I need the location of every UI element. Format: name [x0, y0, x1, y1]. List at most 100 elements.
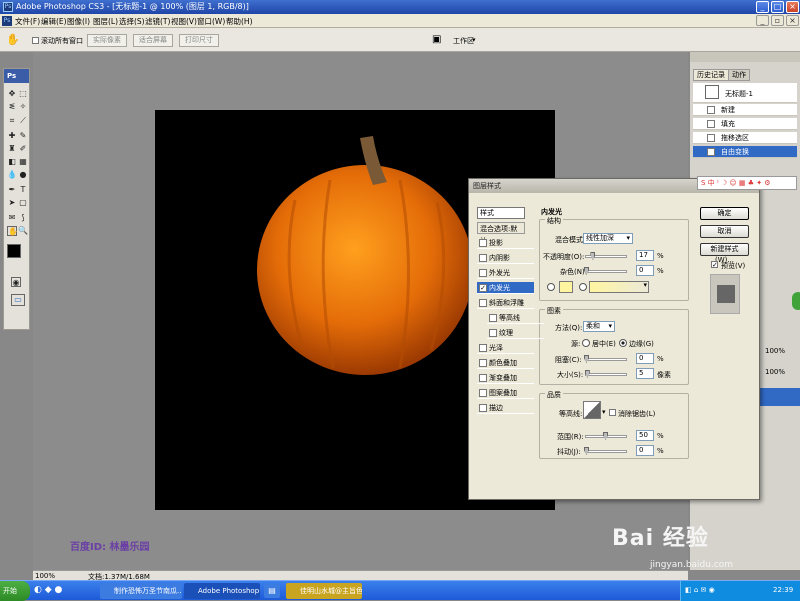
ime-toolbar[interactable]: S 中 ⁾ ☽ ☺ ▦ ♣ ✦ ⚙	[697, 176, 797, 190]
style-item[interactable]: 纹理	[487, 327, 544, 339]
start-button[interactable]: 开始	[0, 581, 30, 601]
menu-view[interactable]: 视图(V)	[171, 16, 197, 27]
range-input[interactable]: 50	[636, 430, 654, 441]
zoom-tool-icon[interactable]: 🔍	[18, 226, 28, 236]
blend-options[interactable]: 混合选项:默认	[477, 222, 525, 245]
selected-layer[interactable]	[760, 388, 800, 406]
style-item[interactable]: 渐变叠加	[477, 372, 534, 384]
screen-mode-icon[interactable]: ▭	[11, 294, 25, 306]
lasso-tool-icon[interactable]: ᓬ	[7, 102, 17, 112]
style-checkbox[interactable]	[479, 254, 487, 262]
edge-radio[interactable]	[619, 339, 627, 347]
menu-select[interactable]: 选择(S)	[119, 16, 145, 27]
print-size-button[interactable]: 打印尺寸	[179, 34, 219, 47]
menu-file[interactable]: 文件(F)	[15, 16, 40, 27]
notes-tool-icon[interactable]: ✉	[7, 213, 17, 223]
choke-input[interactable]: 0	[636, 353, 654, 364]
fit-screen-button[interactable]: 适合屏幕	[133, 34, 173, 47]
style-checkbox[interactable]	[479, 344, 487, 352]
eraser-tool-icon[interactable]: ◧	[7, 157, 17, 167]
style-checkbox[interactable]	[479, 299, 487, 307]
eyedropper-icon[interactable]: ⟆	[18, 213, 28, 223]
healing-brush-icon[interactable]: ✚	[7, 131, 17, 141]
technique-select[interactable]: 柔和 ▾	[583, 321, 615, 332]
minimize-button[interactable]: _	[756, 1, 769, 13]
style-checkbox[interactable]	[489, 314, 497, 322]
style-item[interactable]: 斜面和浮雕	[477, 297, 534, 309]
antialias-checkbox[interactable]	[609, 409, 616, 416]
opacity-pct[interactable]: 100%	[765, 347, 785, 355]
glow-color-swatch[interactable]	[559, 281, 573, 293]
tab-actions[interactable]: 动作	[728, 69, 750, 81]
blend-mode-select[interactable]: 线性加深 ▾	[583, 233, 633, 244]
style-item[interactable]: 外发光	[477, 267, 534, 279]
hand-tool-icon[interactable]: ✋	[6, 33, 20, 46]
tab-history[interactable]: 历史记录	[693, 69, 729, 81]
style-checkbox[interactable]	[479, 269, 487, 277]
history-item[interactable]: 填充	[693, 118, 797, 130]
history-item[interactable]: 自由变换	[693, 146, 797, 158]
cancel-button[interactable]: 取消	[700, 225, 749, 238]
hand-tool-icon[interactable]: ✋	[7, 226, 18, 236]
menu-help[interactable]: 帮助(H)	[226, 16, 253, 27]
preview-checkbox[interactable]: ✓	[711, 261, 718, 269]
menu-image[interactable]: 图像(I)	[67, 16, 90, 27]
opacity-input[interactable]: 17	[636, 250, 654, 261]
ok-button[interactable]: 确定	[700, 207, 749, 220]
size-input[interactable]: 5	[636, 368, 654, 379]
size-slider[interactable]	[584, 370, 627, 378]
jitter-slider[interactable]	[584, 447, 627, 455]
contour-picker[interactable]	[583, 401, 601, 419]
task-item-1[interactable]: 制作恐怖万圣节南瓜...	[100, 583, 182, 599]
task-item-3[interactable]: 佳明山水城@主旨色...	[286, 583, 362, 599]
menu-filter[interactable]: 滤镜(T)	[145, 16, 170, 27]
history-brush-icon[interactable]: ✐	[18, 144, 28, 154]
path-selection-icon[interactable]: ➤	[7, 198, 17, 208]
style-checkbox[interactable]	[479, 389, 487, 397]
styles-header[interactable]: 样式	[477, 207, 525, 219]
style-item[interactable]: 颜色叠加	[477, 357, 534, 369]
chevron-down-icon[interactable]: ▾	[602, 408, 606, 416]
style-item[interactable]: 光泽	[477, 342, 534, 354]
doc-close-button[interactable]: ×	[786, 15, 799, 26]
quick-mask-icon[interactable]: ◉	[11, 277, 21, 287]
range-slider[interactable]	[585, 432, 627, 440]
foreground-color[interactable]	[7, 244, 21, 258]
magic-wand-icon[interactable]: ✧	[18, 102, 28, 112]
gradient-picker[interactable]: ▾	[589, 281, 649, 293]
menu-layer[interactable]: 图层(L)	[93, 16, 118, 27]
style-item[interactable]: 投影	[477, 237, 534, 249]
tray-icons[interactable]: ◧ ⌂ ✉ ◉	[685, 586, 715, 594]
noise-input[interactable]: 0	[636, 265, 654, 276]
history-item[interactable]: 新建	[693, 104, 797, 116]
maximize-button[interactable]: □	[771, 1, 784, 13]
choke-slider[interactable]	[584, 355, 627, 363]
move-tool-icon[interactable]: ✥	[7, 89, 17, 99]
center-radio[interactable]	[582, 339, 590, 347]
gradient-tool-icon[interactable]: ▦	[18, 157, 28, 167]
dodge-tool-icon[interactable]: ●	[18, 170, 28, 180]
style-checkbox[interactable]	[479, 359, 487, 367]
brush-tool-icon[interactable]: ✎	[18, 131, 28, 141]
workspace-menu[interactable]: 工作区	[453, 36, 474, 46]
style-item[interactable]: 图案叠加	[477, 387, 534, 399]
task-item-folder-icon[interactable]: ▤	[264, 584, 280, 598]
type-tool-icon[interactable]: T	[18, 185, 28, 195]
blur-tool-icon[interactable]: 💧	[7, 170, 17, 180]
shape-tool-icon[interactable]: ▢	[18, 198, 28, 208]
style-item[interactable]: ✓ 内发光	[477, 282, 534, 294]
menu-window[interactable]: 窗口(W)	[197, 16, 225, 27]
marquee-tool-icon[interactable]: ⬚	[18, 89, 28, 99]
history-item[interactable]: 拖移选区	[693, 132, 797, 144]
quicklaunch-icons[interactable]: ◐ ◆ ●	[34, 585, 62, 595]
menu-edit[interactable]: 编辑(E)	[41, 16, 67, 27]
color-radio[interactable]	[547, 283, 555, 291]
doc-minimize-button[interactable]: _	[756, 15, 769, 26]
history-snapshot[interactable]: 无标题-1	[693, 83, 797, 103]
scroll-all-checkbox[interactable]	[32, 37, 39, 44]
noise-slider[interactable]	[584, 267, 627, 275]
jitter-input[interactable]: 0	[636, 445, 654, 456]
crop-tool-icon[interactable]: ⌗	[7, 116, 17, 126]
style-checkbox[interactable]	[489, 329, 497, 337]
zoom-level[interactable]: 100%	[35, 572, 55, 580]
